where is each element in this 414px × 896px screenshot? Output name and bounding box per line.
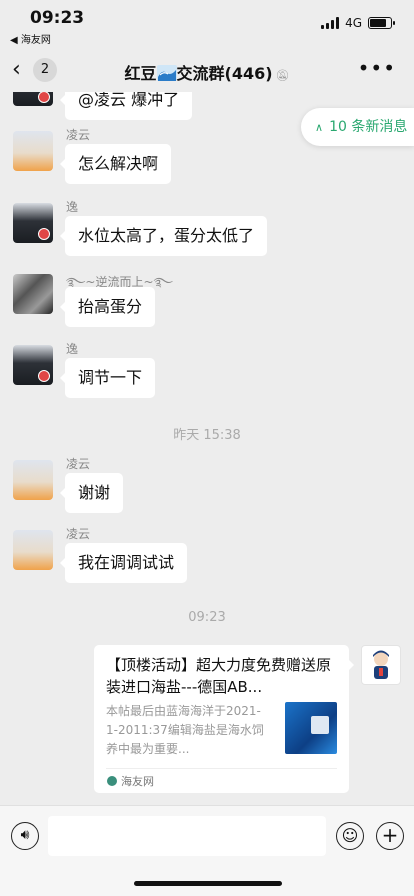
avatar[interactable] — [13, 460, 53, 500]
message-bubble[interactable]: @凌云 爆冲了 — [59, 92, 193, 120]
chat-title: 红豆 交流群(446) 🔕︎ — [0, 60, 414, 84]
timestamp: 09:23 — [188, 610, 226, 625]
new-messages-button[interactable]: ∧ 10 条新消息 — [301, 108, 414, 146]
divider — [106, 768, 337, 769]
avatar[interactable] — [13, 274, 53, 314]
source-label: 海友网 — [121, 775, 154, 788]
double-chevron-up-icon: ∧ — [315, 121, 324, 134]
more-dots-icon[interactable]: ••• — [358, 56, 396, 80]
status-time: 09:23 — [30, 8, 85, 28]
avatar[interactable] — [13, 131, 53, 171]
avatar[interactable] — [13, 530, 53, 570]
cartoon-avatar-icon — [373, 650, 389, 679]
emoji-icon[interactable]: ☺︎ — [336, 822, 364, 850]
back-to-app-link[interactable]: ◀ 海友网 — [10, 31, 51, 46]
timestamp: 昨天 15:38 — [173, 428, 241, 443]
avatar[interactable] — [13, 345, 53, 385]
sender-name: 逸 — [66, 342, 79, 356]
message-bubble[interactable]: 谢谢 — [59, 473, 124, 513]
voice-icon[interactable]: 🔊︎ — [11, 822, 39, 850]
sender-name: 凌云 — [66, 527, 91, 541]
message-bubble[interactable]: 水位太高了，蛋分太低了 — [59, 216, 268, 256]
link-card-thumbnail — [285, 702, 337, 754]
plus-icon[interactable]: + — [376, 822, 404, 850]
avatar[interactable] — [13, 92, 53, 106]
source-logo-icon — [107, 776, 117, 786]
battery-icon — [368, 17, 395, 29]
bell-muted-icon: 🔕︎ — [275, 69, 290, 82]
link-card-source: 海友网 — [107, 773, 154, 789]
network-label: 4G — [345, 16, 362, 30]
chat-title-suffix: 交流群(446) — [176, 64, 273, 83]
status-indicators: 4G — [321, 16, 395, 30]
signal-icon — [321, 17, 340, 29]
sender-name: 凌云 — [66, 128, 91, 142]
sender-name: 逸 — [66, 200, 79, 214]
chat-header: ‹ 2 红豆 交流群(446) 🔕︎ ••• — [0, 48, 414, 92]
message-bubble[interactable]: 怎么解决啊 — [59, 144, 172, 184]
message-bubble[interactable]: 调节一下 — [59, 358, 156, 398]
link-card[interactable]: 【顶楼活动】超大力度免费赠送原装进口海盐---德国AB... 本帖最后由蓝海海洋… — [94, 645, 354, 793]
link-card-description: 本帖最后由蓝海海洋于2021-1-2011:37编辑海盐是海水饲养中最为重要..… — [106, 704, 264, 756]
message-bubble[interactable]: 我在调调试试 — [59, 543, 188, 583]
wave-emoji-icon — [156, 65, 177, 81]
new-messages-label: 10 条新消息 — [329, 119, 408, 135]
message-bubble[interactable]: 抬高蛋分 — [59, 287, 156, 327]
chat-title-prefix: 红豆 — [124, 64, 157, 83]
message-input[interactable] — [48, 816, 326, 856]
sender-name: 凌云 — [66, 457, 91, 471]
message-list[interactable]: @凌云 爆冲了 ∧ 10 条新消息 凌云 怎么解决啊 逸 水位太高了，蛋分太低了 … — [0, 92, 414, 805]
link-card-title: 【顶楼活动】超大力度免费赠送原装进口海盐---德国AB... — [106, 656, 332, 696]
avatar[interactable] — [13, 203, 53, 243]
status-bar: 09:23 ◀ 海友网 4G — [0, 0, 414, 48]
home-indicator[interactable] — [134, 881, 282, 886]
my-avatar[interactable] — [361, 645, 401, 685]
